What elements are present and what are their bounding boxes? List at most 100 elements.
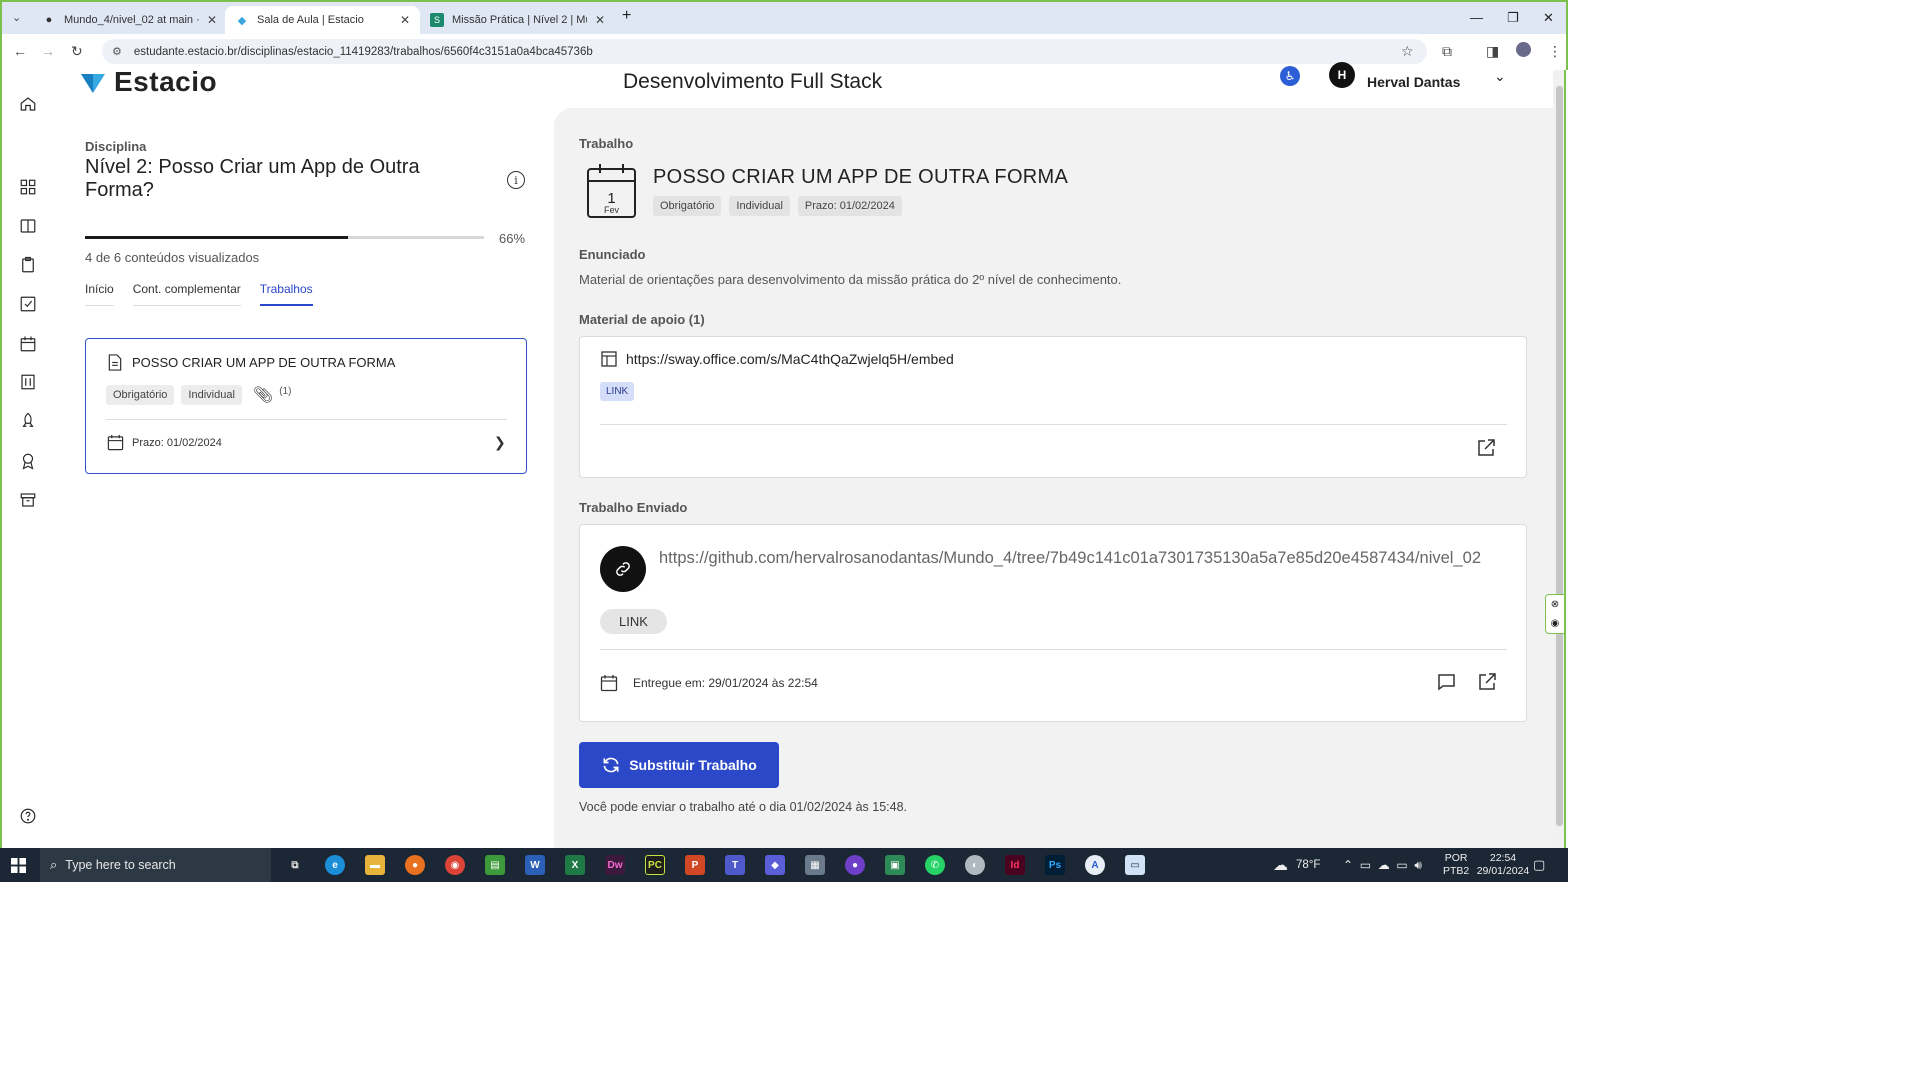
- work-card-deadline: Prazo: 01/02/2024: [132, 437, 222, 449]
- clock[interactable]: 22:54 29/01/2024: [1477, 848, 1530, 882]
- replace-work-button[interactable]: Substituir Trabalho: [579, 742, 779, 788]
- photoshop-icon[interactable]: Ps: [1045, 855, 1065, 875]
- bookmark-star-icon[interactable]: ☆: [1401, 43, 1414, 60]
- url-input[interactable]: ⚙ estudante.estacio.br/disciplinas/estac…: [102, 39, 1427, 64]
- calendar-month: Fev: [603, 205, 619, 215]
- calculator-icon[interactable]: ▦: [805, 855, 825, 875]
- close-icon[interactable]: ⊗: [1551, 599, 1559, 610]
- layout-icon: [601, 351, 617, 367]
- indesign-icon[interactable]: Id: [1005, 855, 1025, 875]
- back-icon[interactable]: ←: [13, 43, 27, 59]
- grid-icon[interactable]: [18, 177, 38, 197]
- sent-work-url[interactable]: https://github.com/hervalrosanodantas/Mu…: [659, 546, 1509, 570]
- tab-inicio[interactable]: Início: [85, 282, 114, 306]
- app-icon[interactable]: A: [1085, 855, 1105, 875]
- refresh-icon: [603, 757, 619, 773]
- checkbox-icon[interactable]: [18, 294, 38, 314]
- language-indicator[interactable]: POR PTB2: [1443, 848, 1469, 882]
- help-icon[interactable]: [18, 806, 38, 826]
- edge-icon[interactable]: e: [325, 855, 345, 875]
- work-card[interactable]: POSSO CRIAR UM APP DE OUTRA FORMA Obriga…: [85, 338, 527, 474]
- close-window-icon[interactable]: ✕: [1543, 10, 1554, 26]
- work-title: POSSO CRIAR UM APP DE OUTRA FORMA: [653, 166, 1069, 188]
- pycharm-icon[interactable]: PC: [645, 855, 665, 875]
- scroll-thumb[interactable]: [1556, 86, 1563, 826]
- book-icon[interactable]: [18, 216, 38, 236]
- material-label: Material de apoio (1): [579, 312, 705, 327]
- tab-trabalhos[interactable]: Trabalhos: [259, 282, 313, 306]
- progress-fill: [85, 236, 349, 239]
- profile-avatar[interactable]: [1516, 42, 1531, 57]
- app-icon[interactable]: ▭: [1125, 855, 1145, 875]
- tray-icons[interactable]: ⌃ ▭ ☁ ▭ 🔊︎: [1343, 848, 1422, 882]
- excel-icon[interactable]: X: [565, 855, 585, 875]
- close-icon[interactable]: ✕: [400, 13, 410, 27]
- site-info-icon[interactable]: ⚙: [112, 45, 122, 58]
- tab-github[interactable]: ● Mundo_4/nivel_02 at main · her ✕: [32, 6, 227, 34]
- restore-icon[interactable]: ❐: [1507, 10, 1519, 26]
- comment-icon[interactable]: [1437, 673, 1456, 691]
- external-link-icon[interactable]: [1478, 673, 1496, 691]
- accessibility-icon[interactable]: ♿: [1280, 66, 1300, 86]
- floating-widget[interactable]: ⊗ ◉: [1545, 594, 1565, 634]
- user-avatar[interactable]: H: [1329, 62, 1355, 88]
- tab-label: Mundo_4/nivel_02 at main · her: [64, 14, 199, 26]
- brand-name: Estacio: [114, 66, 218, 97]
- lang-line-2: PTB2: [1443, 865, 1470, 877]
- tab-sway[interactable]: S Missão Prática | Nível 2 | Mund ✕: [420, 6, 615, 34]
- extensions-icon[interactable]: ⧉: [1442, 43, 1452, 60]
- weather-widget[interactable]: ☁ 78°F: [1273, 848, 1320, 882]
- rocket-icon[interactable]: [18, 411, 38, 431]
- taskbar-search[interactable]: ⌕ Type here to search: [40, 848, 271, 882]
- chrome-icon[interactable]: ◉: [445, 855, 465, 875]
- menu-icon[interactable]: ⋮: [1548, 43, 1562, 60]
- archive-icon[interactable]: [18, 490, 38, 510]
- info-icon[interactable]: i: [507, 171, 525, 189]
- material-link[interactable]: https://sway.office.com/s/MaC4thQaZwjelq…: [626, 351, 954, 367]
- tab-cont-complementar[interactable]: Cont. complementar: [132, 282, 241, 306]
- forward-icon[interactable]: →: [41, 43, 55, 59]
- firefox-icon[interactable]: ●: [405, 855, 425, 875]
- app-icon[interactable]: ▤: [485, 855, 505, 875]
- close-icon[interactable]: ✕: [207, 13, 217, 27]
- chevron-down-icon[interactable]: ⌄: [1494, 68, 1506, 85]
- calendar-icon[interactable]: [18, 334, 38, 354]
- chevron-right-icon[interactable]: ❯: [494, 434, 506, 451]
- building-icon[interactable]: [18, 372, 38, 392]
- file-explorer-icon[interactable]: ▬: [365, 855, 385, 875]
- github-desktop-icon[interactable]: ●: [845, 855, 865, 875]
- link-badge: LINK: [600, 382, 635, 401]
- chat-icon[interactable]: ◉: [1551, 618, 1560, 629]
- dreamweaver-icon[interactable]: Dw: [605, 855, 625, 875]
- estacio-logo[interactable]: Estacio: [78, 66, 217, 98]
- divider: [600, 649, 1507, 650]
- award-icon[interactable]: [18, 451, 38, 471]
- home-icon[interactable]: [18, 94, 38, 114]
- whatsapp-icon[interactable]: ✆: [925, 855, 945, 875]
- side-panel-icon[interactable]: ◨: [1486, 43, 1499, 60]
- close-icon[interactable]: ✕: [595, 13, 605, 27]
- tag-individual: Individual: [181, 385, 242, 405]
- word-icon[interactable]: W: [525, 855, 545, 875]
- user-name[interactable]: Herval Dantas: [1367, 74, 1460, 90]
- powerpoint-icon[interactable]: P: [685, 855, 705, 875]
- app-icon[interactable]: ◐: [965, 855, 985, 875]
- tab-estacio[interactable]: ◆ Sala de Aula | Estacio ✕: [225, 6, 421, 34]
- page-scrollbar[interactable]: [1553, 70, 1566, 848]
- task-view-icon[interactable]: ⧉: [285, 855, 305, 875]
- minimize-icon[interactable]: —: [1470, 10, 1483, 25]
- app-icon[interactable]: ◆: [765, 855, 785, 875]
- new-tab-button[interactable]: +: [622, 7, 631, 25]
- windows-start-icon[interactable]: [11, 858, 26, 873]
- tab-search-icon[interactable]: ⌄: [12, 11, 21, 24]
- reload-icon[interactable]: ↻: [71, 43, 83, 60]
- notifications-icon[interactable]: ▢: [1533, 848, 1545, 882]
- clipboard-icon[interactable]: [18, 255, 38, 275]
- teams-icon[interactable]: T: [725, 855, 745, 875]
- work-section-label: Trabalho: [579, 136, 634, 151]
- estacio-gem-icon: [81, 74, 105, 93]
- delivered-date: Entregue em: 29/01/2024 às 22:54: [633, 676, 818, 690]
- external-link-icon[interactable]: [1477, 439, 1495, 457]
- link-icon: [600, 546, 646, 592]
- app-icon[interactable]: ▣: [885, 855, 905, 875]
